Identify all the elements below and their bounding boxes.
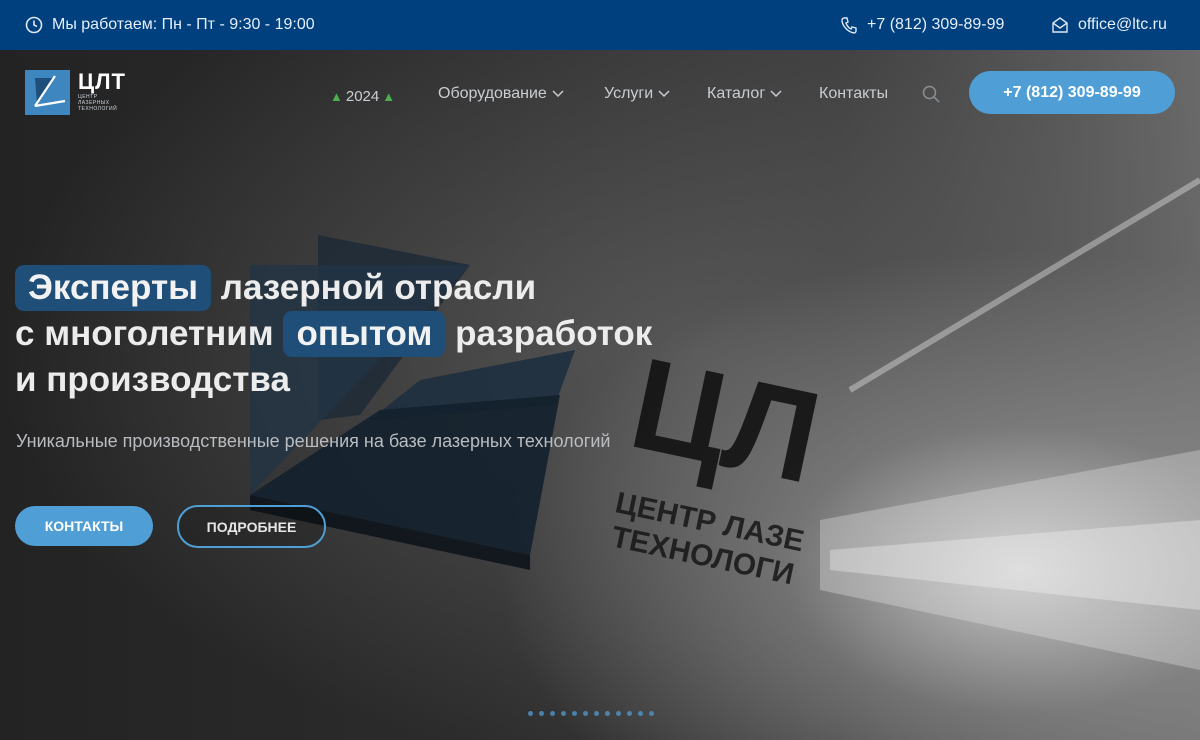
nav-item-catalog[interactable]: Каталог bbox=[707, 80, 782, 108]
slider-dots[interactable] bbox=[528, 711, 660, 716]
slider-dot[interactable] bbox=[616, 711, 621, 716]
headline-line2-rest: разработок bbox=[455, 314, 653, 353]
slider-dot[interactable] bbox=[583, 711, 588, 716]
slider-dot[interactable] bbox=[605, 711, 610, 716]
slider-dot[interactable] bbox=[594, 711, 599, 716]
logo-subtitle: ЦЕНТР ЛАЗЕРНЫХ ТЕХНОЛОГИЙ bbox=[78, 94, 118, 112]
tree-icon: ▲ bbox=[330, 88, 343, 104]
topbar-email-link[interactable]: office@ltc.ru bbox=[1051, 0, 1167, 50]
nav-item-contacts[interactable]: Контакты bbox=[819, 80, 888, 108]
nav-item-label: Каталог bbox=[707, 85, 766, 102]
tree-icon: ▲ bbox=[382, 88, 396, 104]
top-info-bar: Мы работаем: Пн - Пт - 9:30 - 19:00 +7 (… bbox=[0, 0, 1200, 50]
headline-line2-start: с многолетним bbox=[15, 314, 274, 353]
slider-dot[interactable] bbox=[649, 711, 654, 716]
nav-item-label: Контакты bbox=[819, 85, 889, 102]
topbar-email-text: office@ltc.ru bbox=[1078, 16, 1167, 33]
phone-icon bbox=[841, 17, 857, 34]
headline-highlight-experts: Эксперты bbox=[15, 265, 211, 311]
site-logo[interactable]: ЦЛТ ЦЕНТР ЛАЗЕРНЫХ ТЕХНОЛОГИЙ bbox=[25, 70, 130, 115]
chevron-down-icon bbox=[770, 90, 782, 98]
working-hours-text: Мы работаем: Пн - Пт - 9:30 - 19:00 bbox=[52, 16, 315, 33]
logo-name: ЦЛТ bbox=[78, 69, 126, 94]
more-button[interactable]: ПОДРОБНЕЕ bbox=[177, 505, 326, 548]
slider-dot[interactable] bbox=[638, 711, 643, 716]
headline-line1-rest: лазерной отрасли bbox=[220, 268, 537, 307]
contacts-button[interactable]: КОНТАКТЫ bbox=[15, 506, 153, 546]
slider-dot[interactable] bbox=[627, 711, 632, 716]
nav-year-item[interactable]: ▲ 2024 ▲ bbox=[330, 82, 395, 110]
slider-dot[interactable] bbox=[550, 711, 555, 716]
chevron-down-icon bbox=[552, 90, 564, 98]
topbar-phone-text: +7 (812) 309-89-99 bbox=[867, 16, 1005, 33]
nav-year-text: 2024 bbox=[345, 87, 380, 105]
header-phone-button[interactable]: +7 (812) 309-89-99 bbox=[969, 71, 1175, 114]
clock-icon bbox=[25, 16, 43, 34]
nav-item-label: Услуги bbox=[604, 85, 654, 102]
headline-line3: и производства bbox=[15, 360, 290, 399]
nav-item-equipment[interactable]: Оборудование bbox=[438, 80, 564, 108]
logo-mark-icon bbox=[25, 70, 70, 115]
mail-icon bbox=[1052, 17, 1068, 33]
slider-dot[interactable] bbox=[539, 711, 544, 716]
slider-dot[interactable] bbox=[528, 711, 533, 716]
slider-dot[interactable] bbox=[572, 711, 577, 716]
hero-headline: Эксперты лазерной отрасли с многолетним … bbox=[15, 265, 652, 403]
topbar-phone-link[interactable]: +7 (812) 309-89-99 bbox=[840, 0, 1004, 50]
working-hours: Мы работаем: Пн - Пт - 9:30 - 19:00 bbox=[25, 0, 315, 50]
nav-item-services[interactable]: Услуги bbox=[604, 80, 670, 108]
headline-highlight-experience: опытом bbox=[283, 311, 446, 357]
chevron-down-icon bbox=[658, 90, 670, 98]
nav-item-label: Оборудование bbox=[438, 85, 547, 102]
hero-subtitle: Уникальные производственные решения на б… bbox=[16, 431, 611, 451]
slider-dot[interactable] bbox=[561, 711, 566, 716]
search-icon[interactable] bbox=[922, 85, 940, 103]
